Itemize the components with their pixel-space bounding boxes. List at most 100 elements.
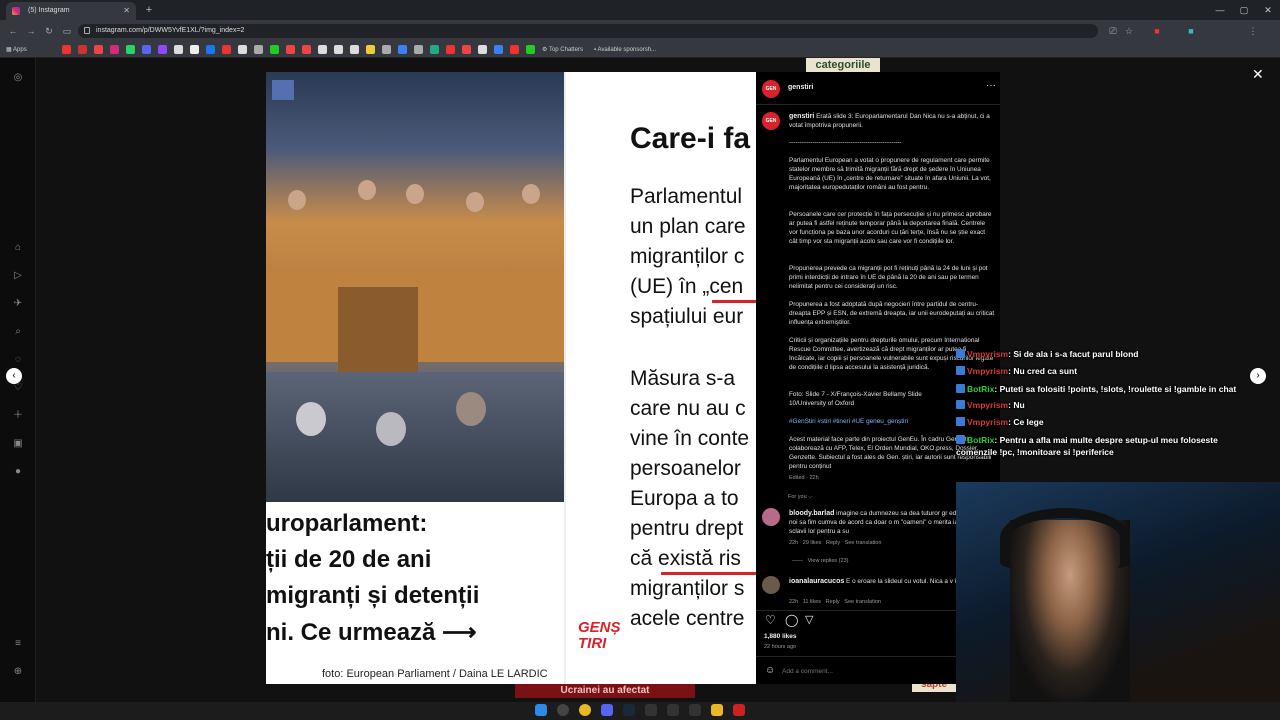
- more-menu-icon[interactable]: ≡: [12, 638, 24, 650]
- bookmark-icon[interactable]: [238, 45, 247, 54]
- bookmark-icon[interactable]: [414, 45, 423, 54]
- bookmark-icon[interactable]: [446, 45, 455, 54]
- bookmark-icon[interactable]: [398, 45, 407, 54]
- close-tab-icon[interactable]: ✕: [123, 2, 130, 20]
- steam-icon[interactable]: [623, 704, 635, 716]
- youtube-icon[interactable]: [62, 45, 71, 54]
- likes-count[interactable]: 29 likes: [803, 540, 822, 546]
- minimize-button[interactable]: —: [1208, 0, 1232, 20]
- instagram-logo-icon[interactable]: ◎: [12, 72, 24, 84]
- kick-icon[interactable]: [270, 45, 279, 54]
- new-tab-button[interactable]: +: [142, 2, 156, 18]
- slide-text-line: că există ris: [630, 547, 741, 570]
- instagram-icon[interactable]: [110, 45, 119, 54]
- for-you-filter[interactable]: For you ⌵: [788, 494, 812, 501]
- app-icon[interactable]: [733, 704, 745, 716]
- discord-icon[interactable]: [601, 704, 613, 716]
- forward-icon[interactable]: →: [24, 24, 38, 38]
- more-options-icon[interactable]: ···: [986, 80, 996, 91]
- back-icon[interactable]: ←: [6, 24, 20, 38]
- create-icon[interactable]: ＋: [12, 410, 24, 422]
- bookmark-icon[interactable]: [510, 45, 519, 54]
- comment-bubble-icon[interactable]: ◯: [785, 613, 798, 627]
- previous-post-button[interactable]: ‹: [6, 368, 22, 384]
- photo-credit: foto: European Parliament / Daina LE LAR…: [322, 668, 548, 680]
- bookmark-icon[interactable]: [94, 45, 103, 54]
- bookmark-icon[interactable]: [334, 45, 343, 54]
- edited-label: Edited · 22h: [789, 475, 819, 481]
- view-replies-link[interactable]: —— View replies (23): [792, 558, 848, 564]
- likes-count[interactable]: 11 likes: [803, 599, 821, 605]
- menu-icon[interactable]: ⋮: [1246, 24, 1260, 38]
- bookmark-icon[interactable]: [254, 45, 263, 54]
- bookmark-icon[interactable]: [302, 45, 311, 54]
- start-icon[interactable]: [535, 704, 547, 716]
- cast-icon[interactable]: ⎚: [1106, 24, 1120, 38]
- extension-icon[interactable]: ■: [1150, 24, 1164, 38]
- file-explorer-icon[interactable]: [711, 704, 723, 716]
- x-icon[interactable]: [174, 45, 183, 54]
- top-chatters-bookmark[interactable]: ⚙ Top Chatters: [542, 43, 583, 57]
- twitch-icon[interactable]: [158, 45, 167, 54]
- see-translation-link[interactable]: See translation: [844, 599, 881, 605]
- badge-icon: [956, 384, 965, 393]
- bookmark-star-icon[interactable]: ☆: [1122, 24, 1136, 38]
- avatar[interactable]: GEN: [762, 80, 780, 98]
- person: [376, 412, 406, 446]
- account-name[interactable]: genstiri: [788, 84, 813, 91]
- extension-icon[interactable]: ■: [1184, 24, 1198, 38]
- bookmark-icon[interactable]: [222, 45, 231, 54]
- search-icon[interactable]: ⌕: [12, 326, 24, 338]
- apps-bookmark[interactable]: ▦ Apps: [6, 43, 27, 57]
- chat-message: Vmpyrism: Nu cred ca sunt: [956, 363, 1256, 380]
- reply-link[interactable]: Reply: [826, 540, 840, 546]
- bookmark-icon[interactable]: [350, 45, 359, 54]
- bookmark-icon[interactable]: [478, 45, 487, 54]
- add-comment-input[interactable]: [782, 664, 982, 678]
- close-post-icon[interactable]: ✕: [1252, 66, 1264, 83]
- profile-icon[interactable]: ●: [12, 466, 24, 478]
- tab-instagram[interactable]: (5) Instagram ✕: [6, 2, 136, 20]
- avatar[interactable]: [762, 508, 780, 526]
- bookmark-icon[interactable]: [78, 45, 87, 54]
- chrome-icon[interactable]: [579, 704, 591, 716]
- facebook-icon[interactable]: [206, 45, 215, 54]
- bookmark-icon[interactable]: [366, 45, 375, 54]
- maximize-button[interactable]: ▢: [1232, 0, 1256, 20]
- reload-icon[interactable]: ↻: [42, 24, 56, 38]
- discord-icon[interactable]: [142, 45, 151, 54]
- bookmark-icon[interactable]: [382, 45, 391, 54]
- messages-icon[interactable]: ✈: [12, 298, 24, 310]
- close-window-button[interactable]: ✕: [1256, 0, 1280, 20]
- bookmark-icon[interactable]: [462, 45, 471, 54]
- avatar[interactable]: GEN: [762, 112, 780, 130]
- url-field[interactable]: instagram.com/p/DWW5YvfE1XL/?img_index=2: [78, 24, 1098, 38]
- bookmark-icon[interactable]: [494, 45, 503, 54]
- app-icon[interactable]: [689, 704, 701, 716]
- dashboard-icon[interactable]: ▣: [12, 438, 24, 450]
- share-icon[interactable]: ▽: [805, 613, 813, 626]
- obs-icon[interactable]: [667, 704, 679, 716]
- home-icon[interactable]: ⌂: [12, 242, 24, 254]
- avatar[interactable]: [762, 576, 780, 594]
- explore-icon[interactable]: ◌: [12, 354, 24, 366]
- emoji-icon[interactable]: ☺: [765, 665, 775, 676]
- sponsorship-bookmark[interactable]: ▪ Available sponsorsh...: [594, 43, 656, 57]
- instagram-icon: [12, 7, 20, 15]
- search-icon[interactable]: [557, 704, 569, 716]
- sidebar-toggle-icon[interactable]: ▭: [60, 24, 74, 38]
- likes-total[interactable]: 1,880 likes: [764, 633, 797, 640]
- like-heart-icon[interactable]: ♡: [765, 613, 776, 627]
- app-icon[interactable]: [645, 704, 657, 716]
- reels-icon[interactable]: ▷: [12, 270, 24, 282]
- reply-link[interactable]: Reply: [826, 599, 840, 605]
- site-info-icon[interactable]: [84, 27, 90, 34]
- whatsapp-icon[interactable]: [126, 45, 135, 54]
- bookmark-icon[interactable]: [526, 45, 535, 54]
- bookmark-icon[interactable]: [430, 45, 439, 54]
- tiktok-icon[interactable]: [190, 45, 199, 54]
- see-translation-link[interactable]: See translation: [845, 540, 882, 546]
- meta-icon[interactable]: ⊕: [12, 666, 24, 678]
- bookmark-icon[interactable]: [286, 45, 295, 54]
- bookmark-icon[interactable]: [318, 45, 327, 54]
